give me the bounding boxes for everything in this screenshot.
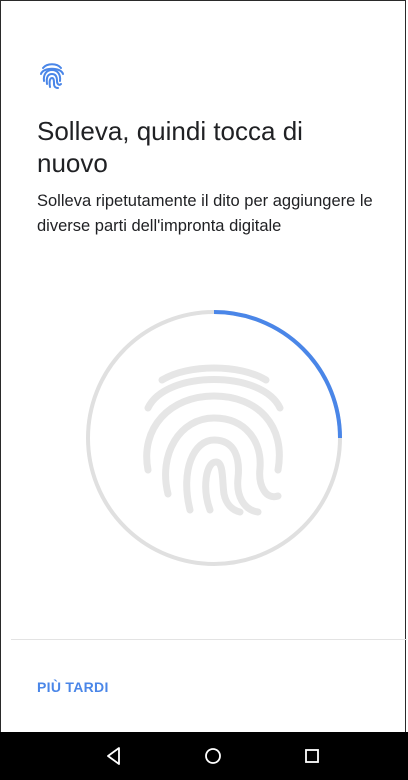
fingerprint-icon — [143, 364, 284, 516]
fingerprint-enroll-screen: Solleva, quindi tocca di nuovo Solleva r… — [0, 0, 408, 780]
home-circle-icon[interactable] — [199, 742, 227, 770]
fingerprint-icon — [40, 63, 64, 89]
page-title: Solleva, quindi tocca di nuovo — [37, 116, 303, 178]
recents-square-icon[interactable] — [298, 742, 326, 770]
system-nav-bar — [0, 732, 408, 780]
page-subtitle: Solleva ripetutamente il dito per aggiun… — [37, 192, 373, 235]
footer-divider — [11, 639, 407, 640]
back-triangle-icon[interactable] — [100, 742, 128, 770]
content-area: Solleva, quindi tocca di nuovo Solleva r… — [0, 0, 407, 732]
enrollment-progress — [86, 310, 342, 566]
later-button[interactable]: PIÙ TARDI — [37, 677, 109, 697]
